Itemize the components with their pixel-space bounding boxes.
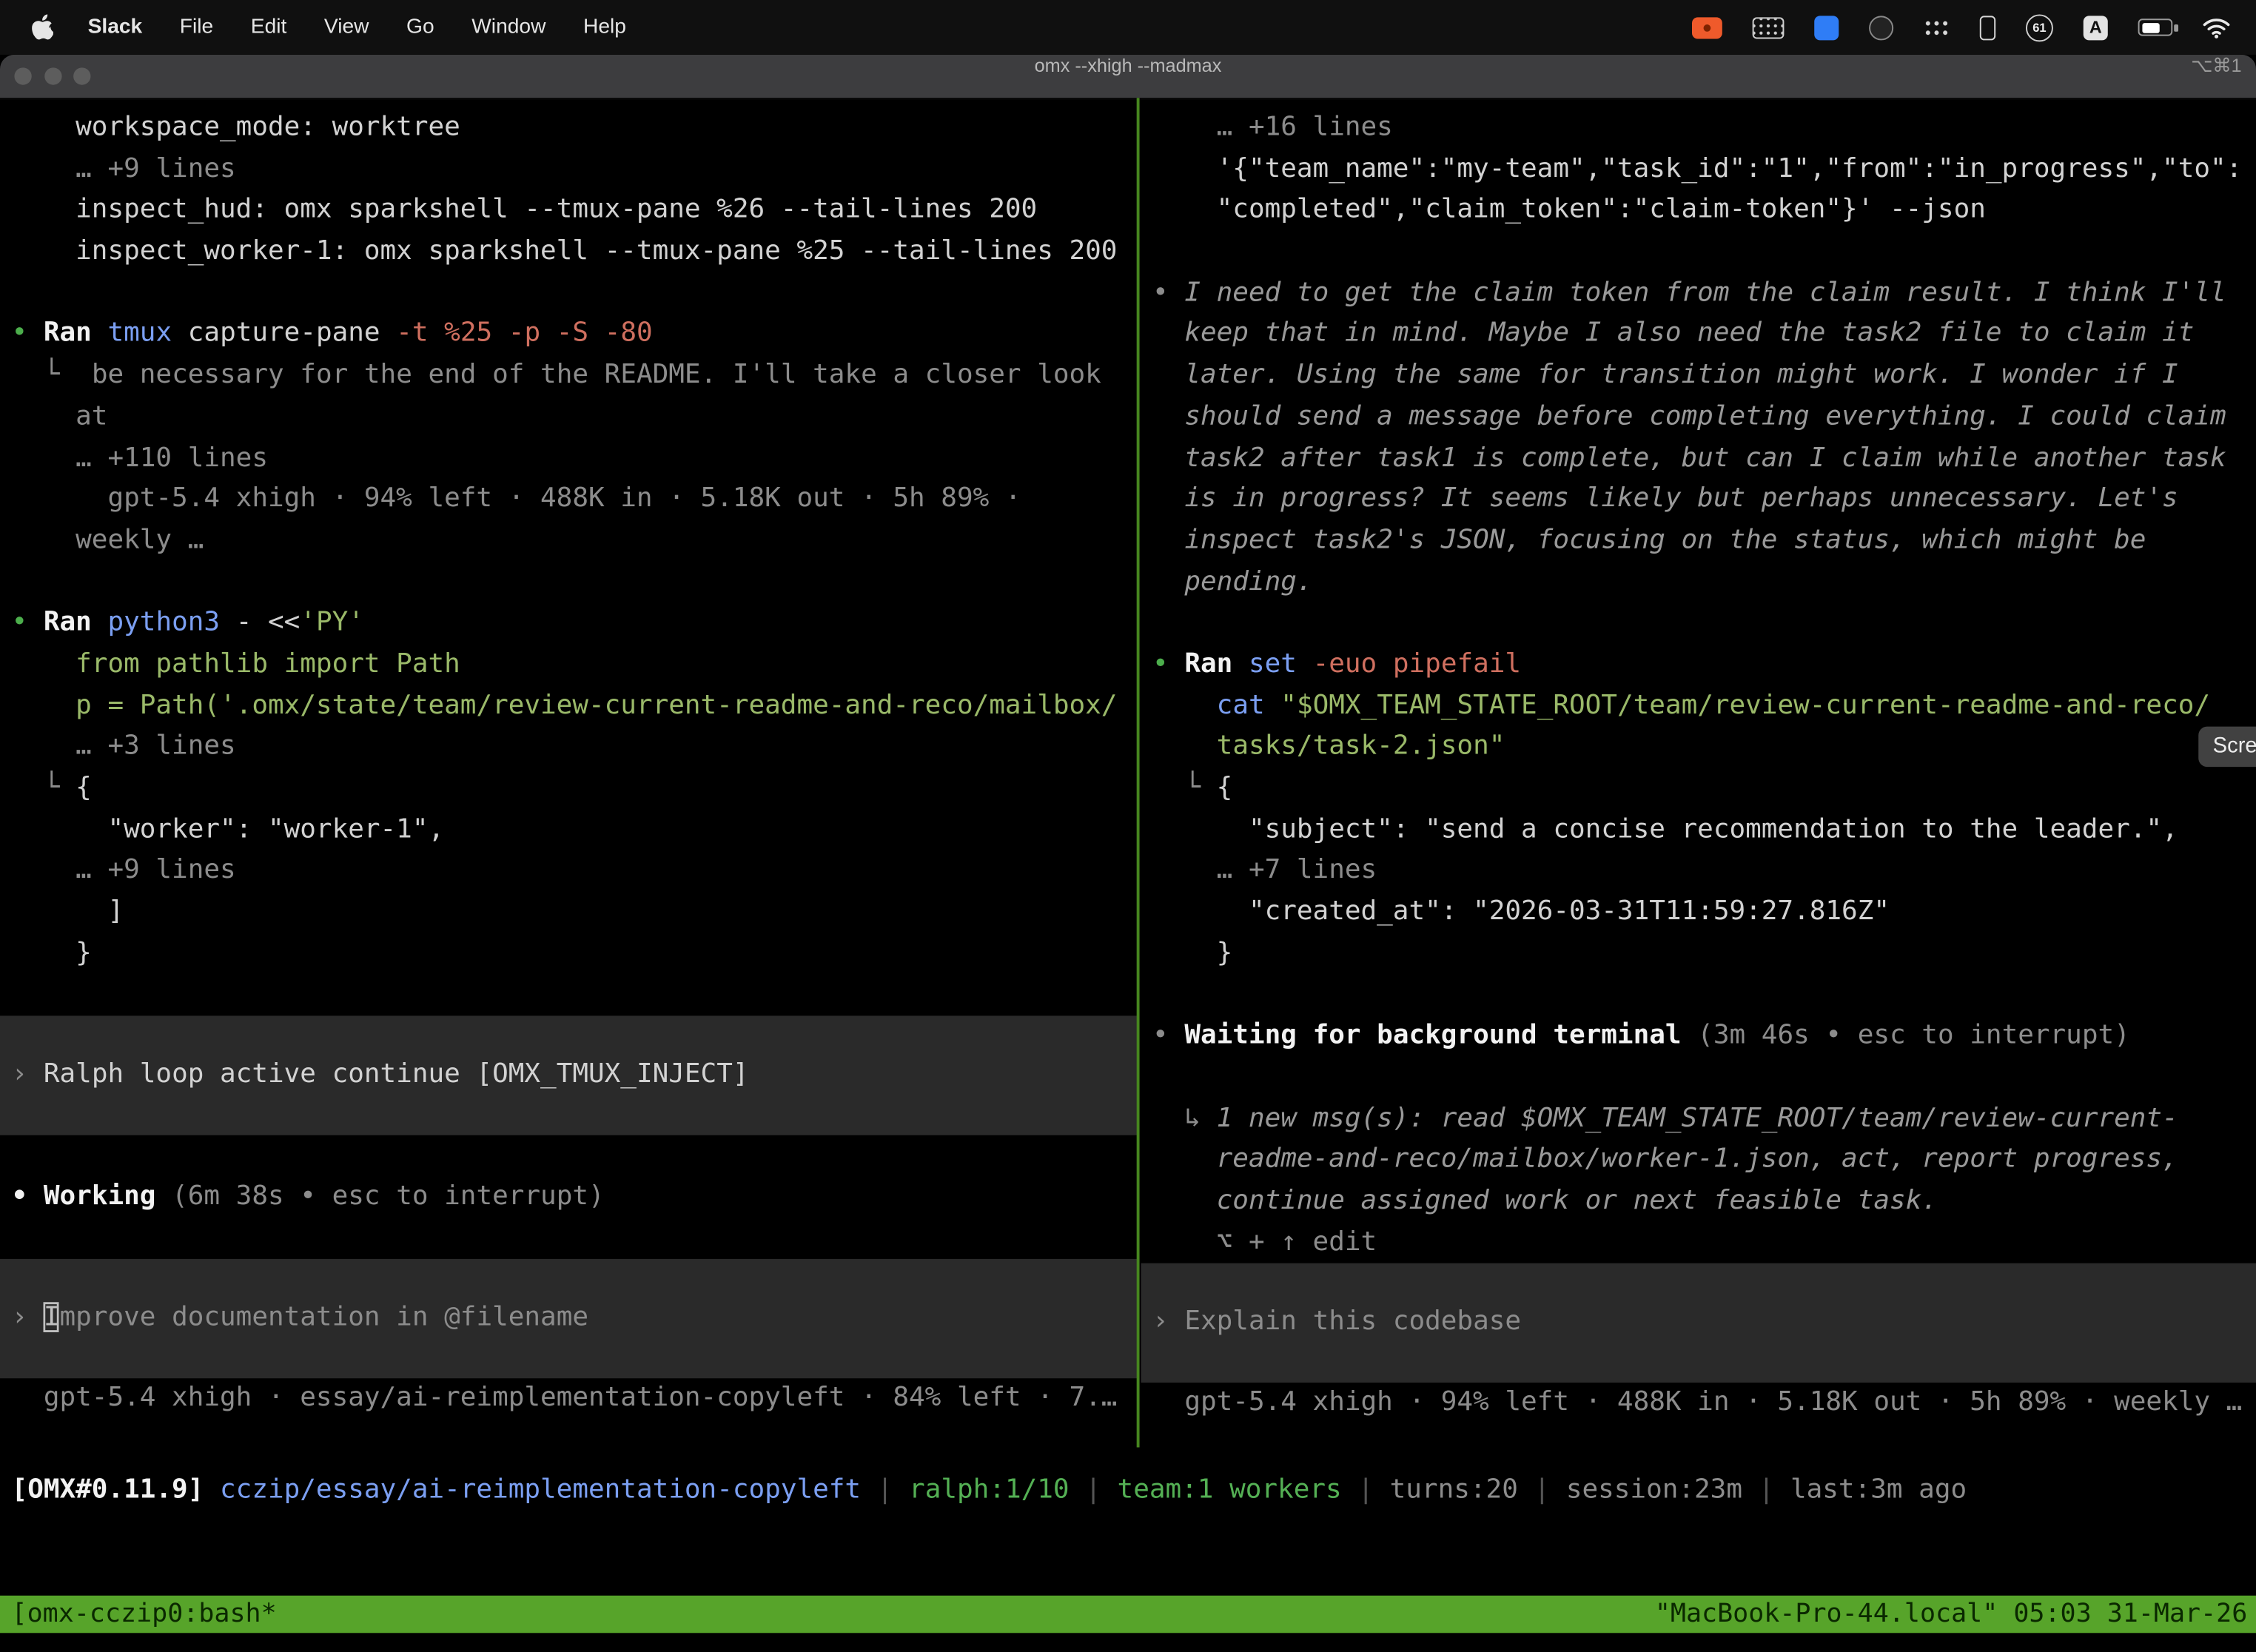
terminal-line: [1152, 603, 2256, 645]
wifi-icon[interactable]: [2203, 16, 2230, 38]
terminal-line: later. Using the same for transition mig…: [1152, 355, 2256, 397]
tmux-host-clock: "MacBook-Pro-44.local" 05:03 31-Mar-26: [1655, 1596, 2248, 1633]
terminal-line: [12, 975, 1138, 1016]
terminal-line: … +16 lines: [1152, 108, 2256, 150]
menu-window[interactable]: Window: [471, 16, 545, 38]
terminal-line: [12, 562, 1138, 603]
terminal-line: pending.: [1152, 562, 2256, 603]
menu-view[interactable]: View: [324, 16, 369, 38]
tmux-status-bar: [omx-cczip0:bash* "MacBook-Pro-44.local"…: [0, 1596, 2256, 1633]
app-menu-slack[interactable]: Slack: [88, 16, 143, 38]
terminal-line: tasks/task-2.json": [1152, 727, 2256, 768]
terminal-line: "subject": "send a concise recommendatio…: [1152, 810, 2256, 851]
terminal-line: should send a message before completing …: [1152, 397, 2256, 438]
terminal-line: inspect_hud: omx sparkshell --tmux-pane …: [12, 190, 1138, 232]
terminal-line: • Ran set -euo pipefail: [1152, 645, 2256, 686]
handoff-icon[interactable]: [1814, 15, 1839, 39]
menu-help[interactable]: Help: [583, 16, 626, 38]
terminal-line: at: [12, 397, 1138, 438]
screen-recording-indicator-icon[interactable]: [1692, 16, 1722, 38]
terminal-line: • Ran python3 - <<'PY': [12, 603, 1138, 645]
terminal-pane-right[interactable]: … +16 lines '{"team_name":"my-team","tas…: [1141, 98, 2256, 1447]
tmux-session-label: [omx-cczip0:bash*: [0, 1599, 277, 1629]
terminal-line: task2 after task1 is complete, but can I…: [1152, 438, 2256, 480]
terminal-line: [12, 273, 1138, 315]
terminal-line: └ {: [12, 768, 1138, 810]
apple-logo-icon: [32, 14, 53, 40]
terminal-line: └ {: [1152, 768, 2256, 810]
desktop: Slack File Edit View Go Window Help 61 A: [0, 0, 2256, 1652]
terminal-line: workspace_mode: worktree: [12, 108, 1138, 150]
terminal-line: ↳ 1 new msg(s): read $OMX_TEAM_STATE_ROO…: [1152, 1098, 2256, 1140]
menu-go[interactable]: Go: [406, 16, 434, 38]
terminal-line: └ be necessary for the end of the README…: [12, 355, 1138, 397]
battery-percent-icon[interactable]: 61: [2026, 13, 2053, 41]
terminal-line: [12, 1135, 1138, 1176]
terminal-line: [1152, 975, 2256, 1016]
menu-edit[interactable]: Edit: [251, 16, 287, 38]
terminal-line: … +3 lines: [12, 727, 1138, 768]
battery-fill: [2141, 22, 2160, 33]
terminal-line: '{"team_name":"my-team","task_id":"1","f…: [1152, 150, 2256, 191]
tmux-pane-divider[interactable]: [1137, 98, 1140, 1447]
apple-menu[interactable]: [32, 14, 53, 40]
terminal-line: keep that in mind. Maybe I also need the…: [1152, 315, 2256, 356]
terminal-line: "worker": "worker-1",: [12, 810, 1138, 851]
terminal-window: omx --xhigh --madmax ⌥⌘1 workspace_mode:…: [0, 55, 2256, 1652]
terminal-line: }: [12, 933, 1138, 975]
terminal-line: • I need to get the claim token from the…: [1152, 273, 2256, 315]
terminal-line: gpt-5.4 xhigh · 94% left · 488K in · 5.1…: [12, 480, 1138, 521]
terminal-line: from pathlib import Path: [12, 645, 1138, 686]
prompt-input[interactable]: › Improve documentation in @filename: [0, 1259, 1138, 1378]
omx-status-line: [OMX#0.11.9] cczip/essay/ai-reimplementa…: [12, 1471, 1967, 1512]
terminal-line: … +110 lines: [12, 438, 1138, 480]
terminal-line: }: [1152, 933, 2256, 975]
terminal-line: … +7 lines: [1152, 851, 2256, 893]
terminal-line: [1152, 1057, 2256, 1098]
record-dot-icon: [1704, 24, 1711, 31]
terminal-line: "created_at": "2026-03-31T11:59:27.816Z": [1152, 892, 2256, 933]
terminal-line: readme-and-reco/mailbox/worker-1.json, a…: [1152, 1140, 2256, 1181]
omx-status-line: [OMX#0.11.9] cczip/essay/ai-reimplementa…: [12, 1471, 1967, 1512]
terminal-line: [1152, 232, 2256, 273]
terminal-line: ⌥ + ↑ edit: [1152, 1222, 2256, 1263]
terminal-line: weekly …: [12, 520, 1138, 562]
terminal-line: ]: [12, 892, 1138, 933]
terminal-line: is in progress? It seems likely but perh…: [1152, 480, 2256, 521]
prompt-suggestion[interactable]: › Explain this codebase: [1141, 1263, 2256, 1383]
battery-nub: [2174, 24, 2178, 31]
window-shortcut-hint: ⌥⌘1: [2191, 55, 2241, 78]
app-status-icon[interactable]: [1869, 15, 1893, 39]
iphone-mirroring-icon[interactable]: [1980, 15, 1995, 39]
terminal-line: • Waiting for background terminal (3m 46…: [1152, 1016, 2256, 1058]
terminal-line: … +9 lines: [12, 150, 1138, 191]
terminal-line: p = Path('.omx/state/team/review-current…: [12, 686, 1138, 728]
menu-bar: Slack File Edit View Go Window Help 61 A: [0, 0, 2256, 55]
terminal-line: inspect task2's JSON, focusing on the st…: [1152, 520, 2256, 562]
window-title-bar[interactable]: omx --xhigh --madmax ⌥⌘1: [0, 55, 2256, 99]
battery-icon[interactable]: [2138, 19, 2173, 36]
terminal-line: • Ran tmux capture-pane -t %25 -p -S -80: [12, 315, 1138, 356]
terminal-line: "completed","claim_token":"claim-token"}…: [1152, 190, 2256, 232]
terminal-line: … +9 lines: [12, 851, 1138, 893]
terminal-area: workspace_mode: worktree … +9 lines insp…: [0, 98, 2256, 1447]
terminal-line: gpt-5.4 xhigh · 94% left · 488K in · 5.1…: [1152, 1383, 2256, 1424]
terminal-line: • Working (6m 38s • esc to interrupt): [12, 1176, 1138, 1218]
terminal-line: cat "$OMX_TEAM_STATE_ROOT/team/review-cu…: [1152, 686, 2256, 728]
terminal-line: gpt-5.4 xhigh · essay/ai-reimplementatio…: [12, 1377, 1138, 1419]
terminal-line: [12, 1218, 1138, 1259]
screen: Slack File Edit View Go Window Help 61 A: [0, 0, 2256, 1652]
menu-file[interactable]: File: [180, 16, 213, 38]
launchpad-icon[interactable]: [1924, 18, 1950, 36]
terminal-pane-left[interactable]: workspace_mode: worktree … +9 lines insp…: [0, 98, 1138, 1447]
clipped-screen-overlay: Scre: [2198, 727, 2256, 767]
window-title: omx --xhigh --madmax: [0, 55, 2256, 76]
menu-bar-status-icons: 61 A: [1692, 13, 2236, 41]
ralph-loop-banner[interactable]: › Ralph loop active continue [OMX_TMUX_I…: [0, 1016, 1138, 1135]
terminal-line: inspect_worker-1: omx sparkshell --tmux-…: [12, 232, 1138, 273]
keyboard-icon[interactable]: [1753, 16, 1785, 38]
input-source-icon[interactable]: A: [2084, 15, 2108, 39]
terminal-line: continue assigned work or next feasible …: [1152, 1181, 2256, 1223]
